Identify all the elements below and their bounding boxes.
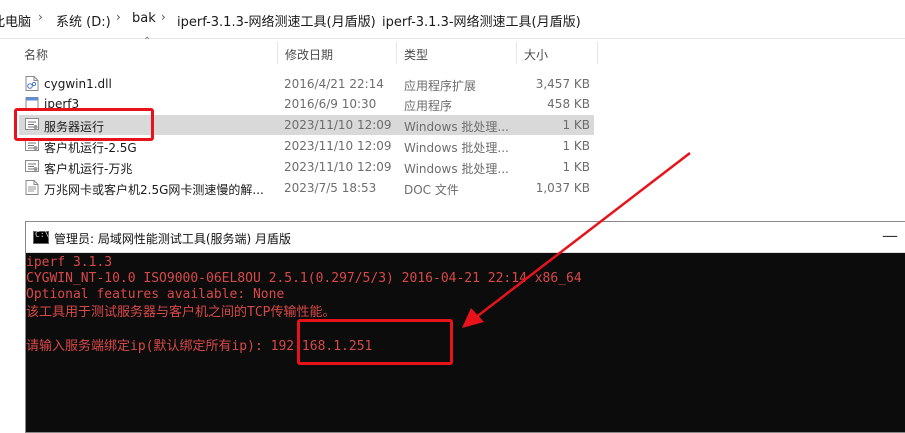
file-type: 应用程序扩展 [404,79,477,93]
breadcrumb-folder-2[interactable]: iperf-3.1.3-网络测速工具(月盾版) [382,11,581,30]
file-date: 2016/4/21 22:14 [284,77,384,91]
cmd-icon: C:\ [33,230,49,244]
column-divider[interactable] [597,42,598,64]
console-title: 管理员: 局域网性能测试工具(服务端) 月盾版 [54,232,292,246]
file-type: 应用程序 [404,99,453,113]
breadcrumb-chevron-icon[interactable]: › [38,10,43,24]
column-size[interactable]: 大小 [524,46,548,63]
breadcrumb-bak[interactable]: bak [132,11,156,26]
breadcrumb-chevron-icon[interactable]: › [116,10,121,24]
file-row[interactable]: cygwin1.dll 2016/4/21 22:14 应用程序扩展 3,457… [19,74,594,94]
file-type: Windows 批处理... [404,120,509,134]
file-name: 万兆网卡或客户机2.5G网卡测速慢的解... [44,183,264,197]
file-date: 2023/11/10 12:09 [284,139,392,153]
console-window[interactable]: C:\ 管理员: 局域网性能测试工具(服务端) 月盾版 — iperf 3.1.… [25,221,905,433]
highlight-box [297,319,453,365]
console-line: 该工具用于测试服务器与客户机之间的TCP传输性能。 [26,305,336,320]
minimize-button[interactable]: — [882,226,898,245]
file-size: 3,457 KB [535,77,590,91]
breadcrumb-this-pc[interactable]: 此电脑 [0,11,31,30]
file-name: cygwin1.dll [44,77,112,91]
breadcrumb-chevron-icon[interactable]: › [161,10,166,24]
file-date: 2023/11/10 12:09 [284,118,392,132]
file-size: 1 KB [562,118,590,132]
console-line: iperf 3.1.3 [26,255,113,270]
breadcrumb-drive-d[interactable]: 系统 (D:) [56,11,111,30]
console-line: CYGWIN_NT-10.0 ISO9000-06EL8OU 2.5.1(0.2… [26,271,582,286]
file-row[interactable]: 客户机运行-万兆 2023/11/10 12:09 Windows 批处理...… [19,157,594,177]
address-bar[interactable]: 此电脑 › 系统 (D:) › bak › iperf-3.1.3-网络测速工具… [0,0,905,39]
file-size: 1,037 KB [535,181,590,195]
breadcrumb-folder-1[interactable]: iperf-3.1.3-网络测速工具(月盾版) [177,11,376,30]
file-row[interactable]: 万兆网卡或客户机2.5G网卡测速慢的解... 2023/7/5 18:53 DO… [19,178,594,198]
file-date: 2016/6/9 10:30 [284,97,377,111]
column-date-modified[interactable]: 修改日期 [285,46,333,63]
file-type: Windows 批处理... [404,141,509,155]
column-name[interactable]: 名称 [24,46,48,63]
file-size: 1 KB [562,139,590,153]
column-divider[interactable] [277,42,278,64]
column-header: 名称 修改日期 类型 大小 [0,40,600,66]
file-type: Windows 批处理... [404,162,509,176]
file-name: 客户机运行-万兆 [44,162,133,176]
console-line: Optional features available: None [26,287,285,302]
file-type: DOC 文件 [404,183,459,197]
file-size: 1 KB [562,160,590,174]
breadcrumb-chevron-icon[interactable]: › [366,10,371,24]
doc-file-icon [25,180,39,195]
column-type[interactable]: 类型 [404,46,428,63]
column-divider[interactable] [516,42,517,64]
column-divider[interactable] [396,42,397,64]
batch-file-icon [25,160,39,172]
console-title-bar[interactable]: C:\ 管理员: 局域网性能测试工具(服务端) 月盾版 — [26,222,905,253]
file-name: 客户机运行-2.5G [44,141,137,155]
file-date: 2023/11/10 12:09 [284,160,392,174]
dll-file-icon [25,76,39,91]
highlight-box [14,108,154,141]
file-size: 458 KB [547,97,590,111]
file-date: 2023/7/5 18:53 [284,181,377,195]
